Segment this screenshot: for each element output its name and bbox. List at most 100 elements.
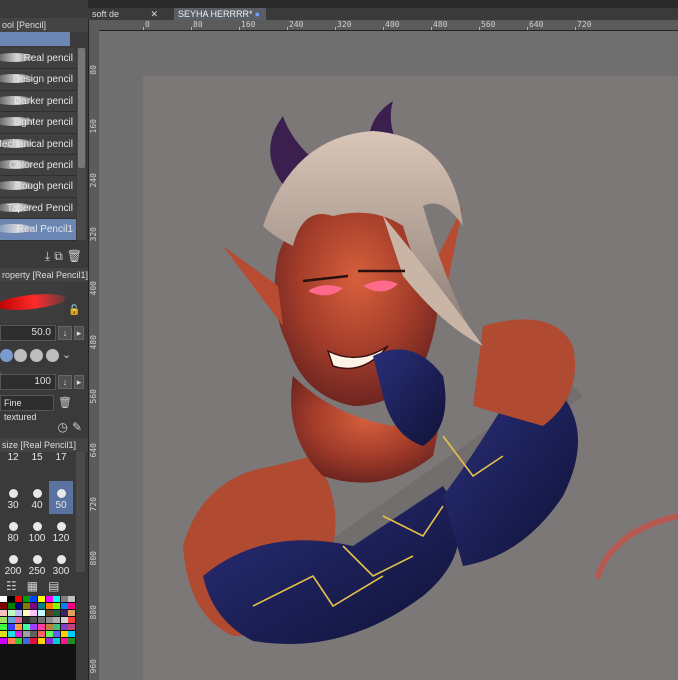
palette-swatch[interactable] <box>45 603 53 609</box>
size-down-icon[interactable]: ↓ <box>58 326 72 340</box>
palette-swatch[interactable] <box>53 596 61 602</box>
brush-size-scrollbar[interactable] <box>76 452 85 572</box>
brush-list-scrollbar[interactable] <box>77 48 86 240</box>
brush-size-option[interactable]: 100 <box>25 514 49 547</box>
brush-size-field[interactable]: 50.0 <box>0 325 56 341</box>
brush-size-option[interactable]: 300 <box>49 547 73 580</box>
palette-swatch[interactable] <box>22 610 30 616</box>
palette-swatch[interactable] <box>60 638 68 644</box>
tab-seyha[interactable]: SEYHA HERRRR* ● <box>174 8 266 20</box>
scrollbar-thumb[interactable] <box>78 48 85 168</box>
brush-size-option[interactable]: 250 <box>25 547 49 580</box>
palette-swatch[interactable] <box>30 638 38 644</box>
brush-size-option[interactable]: 30 <box>1 481 25 514</box>
palette-swatch[interactable] <box>0 638 7 644</box>
palette-swatch[interactable] <box>45 638 53 644</box>
palette-swatch[interactable] <box>37 603 45 609</box>
sub-tool-group-bar[interactable] <box>0 32 70 46</box>
brush-item[interactable]: Real Pencil1 <box>0 219 76 241</box>
brush-size-option[interactable]: 40 <box>25 481 49 514</box>
palette-swatch[interactable] <box>30 631 38 637</box>
brush-size-option[interactable]: 50 <box>49 481 73 514</box>
trash-icon[interactable]: 🗑 <box>67 250 82 262</box>
trash-icon[interactable]: 🗑 <box>58 397 72 409</box>
palette-swatch[interactable] <box>60 631 68 637</box>
palette-swatch[interactable] <box>37 610 45 616</box>
brush-item[interactable]: Lighter pencil <box>0 112 76 134</box>
palette-swatch[interactable] <box>0 603 7 609</box>
palette-swatch[interactable] <box>45 610 53 616</box>
palette-swatch[interactable] <box>53 603 61 609</box>
palette-swatch[interactable] <box>15 603 23 609</box>
palette-swatch[interactable] <box>37 638 45 644</box>
palette-swatch[interactable] <box>15 617 23 623</box>
opacity-down-icon[interactable]: ↓ <box>58 375 72 389</box>
brush-tip-option[interactable] <box>46 349 59 362</box>
brush-size-option[interactable]: 12 <box>1 448 25 481</box>
palette-swatch[interactable] <box>30 610 38 616</box>
color-palette[interactable] <box>0 596 76 680</box>
palette-swatch[interactable] <box>7 610 15 616</box>
list-icon[interactable]: ☷ <box>6 580 17 592</box>
palette-swatch[interactable] <box>7 596 15 602</box>
wrench-icon[interactable]: ✎ <box>72 421 82 433</box>
palette-swatch[interactable] <box>68 610 76 616</box>
palette-swatch[interactable] <box>53 610 61 616</box>
palette-swatch[interactable] <box>7 624 15 630</box>
palette-swatch[interactable] <box>53 624 61 630</box>
brush-item[interactable]: Darker pencil <box>0 90 76 113</box>
palette-swatch[interactable] <box>0 610 7 616</box>
palette-swatch[interactable] <box>15 624 23 630</box>
palette-swatch[interactable] <box>0 624 7 630</box>
palette-swatch[interactable] <box>45 617 53 623</box>
clock-icon[interactable]: ◷ <box>57 421 67 433</box>
palette-swatch[interactable] <box>68 638 76 644</box>
brush-tip-option[interactable] <box>30 349 43 362</box>
save-icon[interactable]: ⤓ <box>45 250 50 262</box>
size-stepper-icon[interactable]: ▸ <box>74 326 84 340</box>
palette-swatch[interactable] <box>22 617 30 623</box>
opacity-field[interactable]: 100 <box>0 374 56 390</box>
palette-swatch[interactable] <box>68 596 76 602</box>
palette-icon[interactable]: ▤ <box>48 580 59 592</box>
lock-icon[interactable]: 🔓 <box>68 305 80 317</box>
texture-field[interactable]: Fine textured <box>0 395 54 422</box>
palette-swatch[interactable] <box>0 631 7 637</box>
brush-size-option[interactable]: 15 <box>25 448 49 481</box>
palette-swatch[interactable] <box>53 631 61 637</box>
brush-size-option[interactable]: 17 <box>49 448 73 481</box>
palette-swatch[interactable] <box>30 603 38 609</box>
palette-swatch[interactable] <box>68 631 76 637</box>
brush-item[interactable]: Tapered Pencil <box>0 197 76 220</box>
palette-swatch[interactable] <box>7 631 15 637</box>
close-icon[interactable]: ✕ <box>150 8 158 20</box>
palette-swatch[interactable] <box>22 631 30 637</box>
palette-swatch[interactable] <box>15 596 23 602</box>
palette-swatch[interactable] <box>15 610 23 616</box>
brush-tip-option[interactable] <box>14 349 27 362</box>
palette-swatch[interactable] <box>68 617 76 623</box>
palette-swatch[interactable] <box>22 638 30 644</box>
palette-swatch[interactable] <box>60 617 68 623</box>
palette-swatch[interactable] <box>37 624 45 630</box>
palette-swatch[interactable] <box>68 603 76 609</box>
brush-item[interactable]: Design pencil <box>0 69 76 91</box>
palette-swatch[interactable] <box>22 624 30 630</box>
palette-swatch[interactable] <box>45 631 53 637</box>
palette-swatch[interactable] <box>0 596 7 602</box>
palette-swatch[interactable] <box>53 638 61 644</box>
brush-item[interactable]: Colored pencil <box>0 154 76 177</box>
brush-item[interactable]: Real pencil <box>0 48 76 70</box>
brush-size-option[interactable]: 120 <box>49 514 73 547</box>
brush-size-option[interactable]: 80 <box>1 514 25 547</box>
palette-swatch[interactable] <box>22 603 30 609</box>
grid-icon[interactable]: ▦ <box>27 580 38 592</box>
brush-tip-selected[interactable] <box>0 349 13 362</box>
palette-swatch[interactable] <box>15 638 23 644</box>
palette-swatch[interactable] <box>30 617 38 623</box>
palette-swatch[interactable] <box>45 596 53 602</box>
palette-swatch[interactable] <box>7 603 15 609</box>
opacity-stepper-icon[interactable]: ▸ <box>74 375 84 389</box>
palette-swatch[interactable] <box>30 624 38 630</box>
palette-swatch[interactable] <box>53 617 61 623</box>
